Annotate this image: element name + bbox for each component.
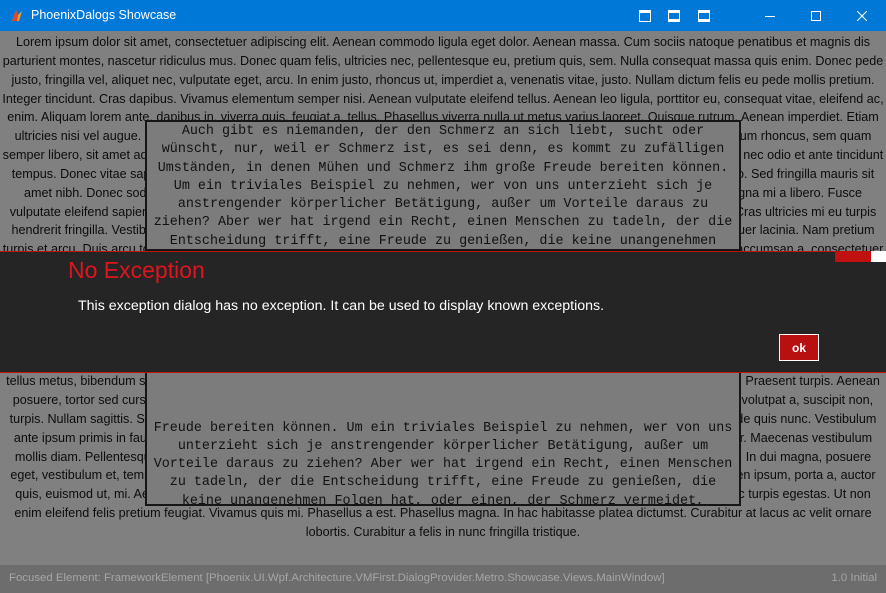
- exception-dialog: No Exception This exception dialog has n…: [0, 251, 886, 373]
- window-style-icon[interactable]: [690, 0, 718, 31]
- close-icon: [857, 10, 867, 21]
- window-style-icon[interactable]: [631, 0, 659, 31]
- focused-element-status: Focused Element: FrameworkElement [Phoen…: [9, 572, 665, 584]
- dialog-title: No Exception: [68, 257, 205, 283]
- maximize-button[interactable]: [793, 0, 839, 31]
- phoenix-app-icon: [12, 10, 22, 21]
- dialog-progress-indicator: [835, 251, 886, 262]
- dialog-progress-fill: [835, 251, 871, 262]
- version-label: 1.0 Initial: [831, 572, 877, 584]
- status-bar: Focused Element: FrameworkElement [Phoen…: [0, 565, 886, 593]
- dialog-message: This exception dialog has no exception. …: [78, 298, 605, 314]
- window-style-icon[interactable]: [660, 0, 688, 31]
- german-text-panel-top: Auch gibt es niemanden, der den Schmerz …: [145, 120, 741, 251]
- german-text-bottom: Freude bereiten können. Um ein triviales…: [153, 420, 733, 506]
- close-button[interactable]: [839, 0, 885, 31]
- maximize-icon: [811, 10, 821, 21]
- minimize-button[interactable]: [747, 0, 793, 31]
- minimize-icon: [765, 15, 775, 17]
- window-title: PhoenixDalogs Showcase: [31, 8, 177, 22]
- title-bar: PhoenixDalogs Showcase: [0, 0, 886, 31]
- german-text-top: Auch gibt es niemanden, der den Schmerz …: [153, 124, 733, 249]
- ok-button[interactable]: ok: [779, 334, 819, 361]
